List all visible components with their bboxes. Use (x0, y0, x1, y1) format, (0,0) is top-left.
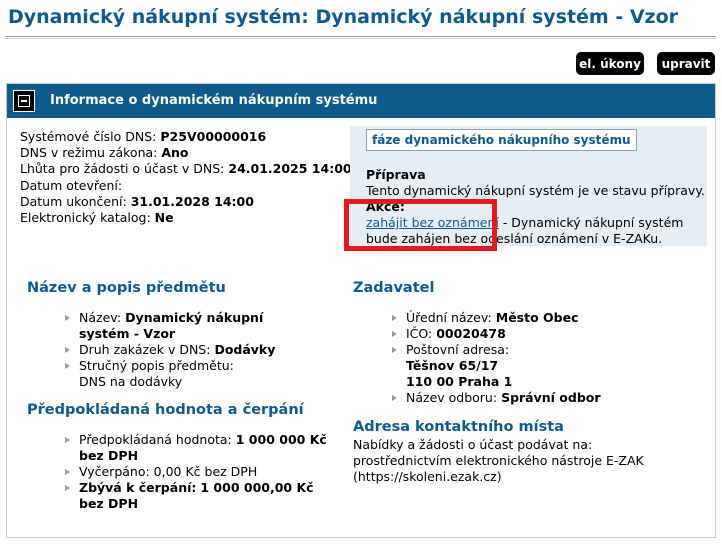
deadline-value: 24.01.2025 14:00 (228, 161, 352, 177)
opened-row: Datum otevření: (20, 177, 123, 193)
collapse-button[interactable] (13, 90, 35, 112)
subject-name-item: Název: Dynamický nákupní systém - Vzor (65, 310, 310, 342)
ico-item: IČO: 00020478 (392, 326, 692, 342)
system-number-row: Systémové číslo DNS: P25V00000016 (20, 129, 267, 144)
postal-line1: Těšnov 65/17 (406, 358, 499, 373)
postal-address-item: Poštovní adresa: Těšnov 65/17 110 00 Pra… (392, 342, 692, 390)
official-name-item: Úřední název: Město Obec (392, 310, 692, 326)
phase-box-label: fáze dynamického nákupního systému (366, 129, 637, 151)
actions-label: Akce: (366, 199, 405, 214)
subject-short-desc-value: DNS na dodávky (79, 374, 183, 389)
contact-line1: Nabídky a žádosti o účast podávat na: (353, 437, 593, 452)
contracting-list: Úřední název: Město Obec IČO: 00020478 P… (392, 310, 692, 406)
contracting-section-title: Zadavatel (353, 280, 435, 296)
value-list: Předpokládaná hodnota: 1 000 000 Kč bez … (65, 432, 330, 512)
official-name-value: Město Obec (495, 310, 579, 325)
dns-info-list: Systémové číslo DNS: P25V00000016 DNS v … (20, 129, 352, 226)
action-line: zahájit bez oznámení - Dynamický nákupní… (366, 215, 696, 247)
subject-type-value: Dodávky (214, 342, 276, 357)
law-mode-value: Ano (161, 145, 189, 161)
system-number-value: P25V00000016 (160, 129, 267, 144)
law-mode-row: DNS v režimu zákona: Ano (20, 145, 189, 161)
phase-description: Tento dynamický nákupní systém je ve sta… (366, 183, 705, 198)
spent-value-item: Vyčerpáno: 0,00 Kč bez DPH (65, 464, 330, 480)
subject-short-desc-item: Stručný popis předmětu: DNS na dodávky (65, 358, 310, 390)
catalog-row: Elektronický katalog: Ne (20, 210, 174, 226)
department-item: Název odboru: Správní odbor (392, 390, 692, 406)
start-without-notice-link[interactable]: zahájit bez oznámení (366, 215, 499, 230)
panel-header: Informace o dynamickém nákupním systému (7, 84, 715, 118)
ico-value: 00020478 (436, 326, 506, 341)
department-value: Správní odbor (501, 390, 601, 405)
title-divider (6, 36, 716, 39)
page-title: Dynamický nákupní systém: Dynamický náku… (8, 6, 679, 28)
panel-title: Informace o dynamickém nákupním systému (50, 93, 378, 108)
contact-section-title: Adresa kontaktního místa (353, 419, 564, 435)
el-ukony-button[interactable]: el. úkony (576, 52, 644, 75)
expected-value-item: Předpokládaná hodnota: 1 000 000 Kč bez … (65, 432, 330, 464)
subject-section-title: Název a popis předmětu (27, 280, 226, 296)
deadline-row: Lhůta pro žádosti o účast v DNS: 24.01.2… (20, 161, 352, 177)
remaining-value-item: Zbývá k čerpání: 1 000 000,00 Kč bez DPH (65, 480, 330, 512)
phase-name: Příprava (366, 167, 426, 182)
contact-line3: (https://skoleni.ezak.cz) (353, 469, 502, 484)
edit-button[interactable]: upravit (657, 52, 715, 75)
catalog-value: Ne (154, 210, 174, 226)
phase-box: fáze dynamického nákupního systému Přípr… (350, 126, 707, 246)
contact-line2: prostřednictvím elektronického nástroje … (353, 453, 644, 468)
closed-value: 31.01.2028 14:00 (130, 193, 254, 209)
dns-info-panel: Informace o dynamickém nákupním systému … (6, 83, 716, 538)
contact-info: Nabídky a žádosti o účast podávat na: pr… (353, 437, 683, 485)
postal-line2: 110 00 Praha 1 (406, 374, 513, 389)
subject-list: Název: Dynamický nákupní systém - Vzor D… (65, 310, 310, 390)
closed-row: Datum ukončení: 31.01.2028 14:00 (20, 193, 254, 209)
minus-icon (18, 95, 30, 107)
value-section-title: Předpokládaná hodnota a čerpání (27, 402, 304, 418)
subject-type-item: Druh zakázek v DNS: Dodávky (65, 342, 310, 358)
